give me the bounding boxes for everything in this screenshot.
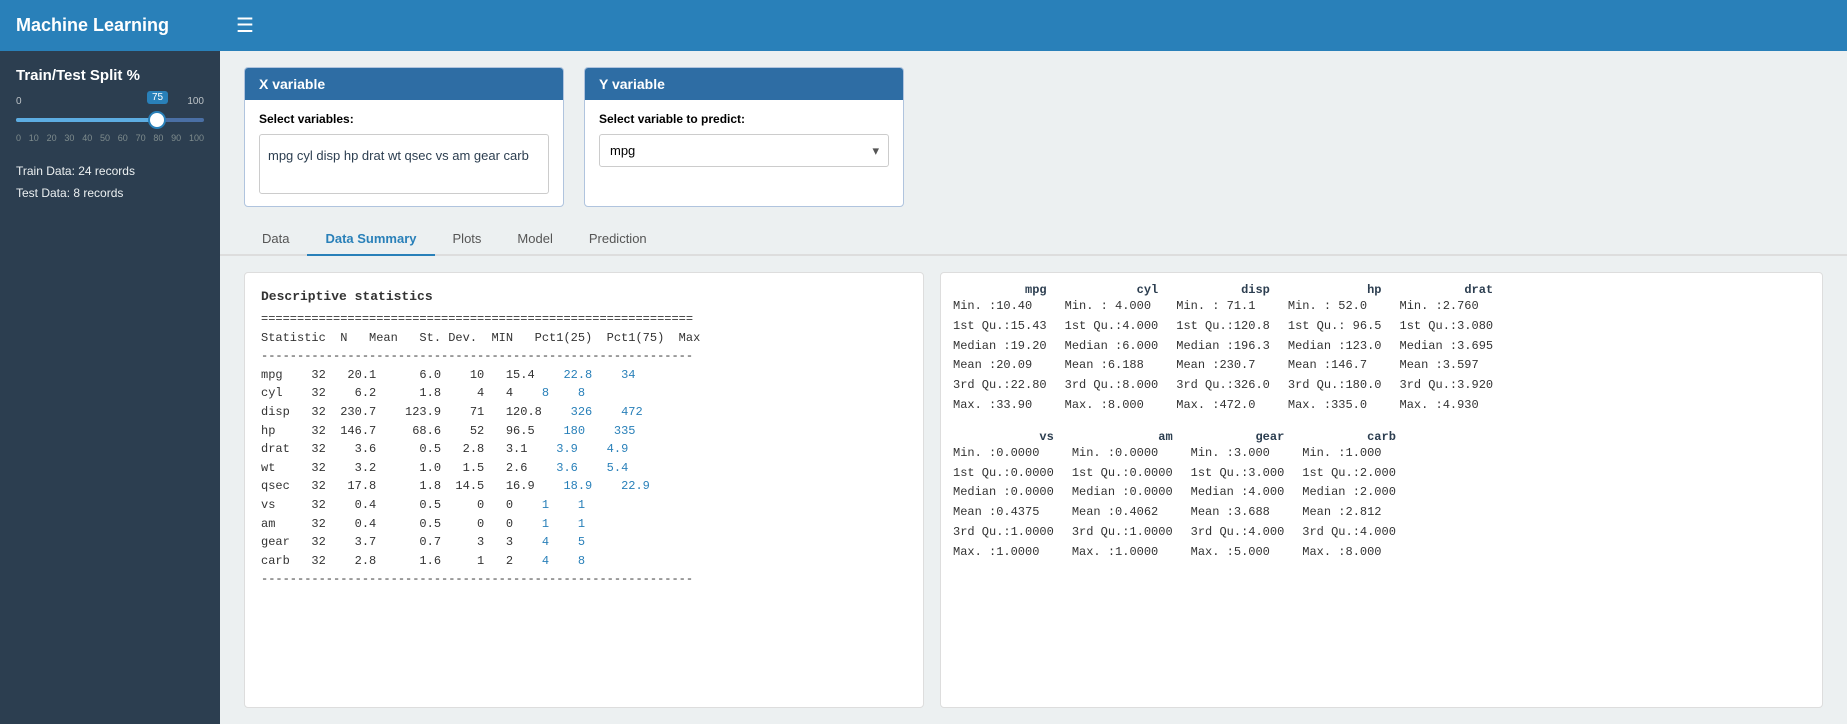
stats-header: Statistic N Mean St. Dev. MIN Pct1(25) P… [261,329,907,348]
slider-track [16,118,204,122]
slider-container: 0 100 75 0 10 20 30 40 50 60 70 80 90 [16,96,204,143]
stats-row: gear 32 3.7 0.7 3 3 4 5 [261,533,907,552]
stats-divider: ----------------------------------------… [261,347,907,366]
tab-prediction[interactable]: Prediction [571,223,665,256]
summary-col-group: cylMin. : 4.0001st Qu.:4.000Median :6.00… [1065,283,1159,416]
y-variable-body: Select variable to predict: mpg cyl disp… [585,100,903,179]
hamburger-icon[interactable]: ☰ [236,13,254,38]
data-records: Train Data: 24 records Test Data: 8 reco… [16,161,204,204]
x-variable-label: Select variables: [259,112,549,126]
slider-value-bubble: 75 [147,91,168,104]
stats-row: disp 32 230.7 123.9 71 120.8 326 472 [261,403,907,422]
main-area: ☰ X variable Select variables: mpg cyl d… [220,0,1847,724]
tab-model[interactable]: Model [499,223,570,256]
variable-selectors: X variable Select variables: mpg cyl dis… [220,51,1847,207]
sidebar: Machine Learning Train/Test Split % 0 10… [0,0,220,724]
x-variable-tags[interactable]: mpg cyl disp hp drat wt qsec vs am gear … [259,134,549,194]
summary-inner[interactable]: mpgMin. :10.401st Qu.:15.43Median :19.20… [941,273,1822,707]
stats-row: mpg 32 20.1 6.0 10 15.4 22.8 34 [261,366,907,385]
app-title-text: Machine Learning [16,15,169,36]
slider-thumb[interactable] [148,111,166,129]
summary-col-group: hpMin. : 52.01st Qu.: 96.5Median :123.0M… [1288,283,1382,416]
y-variable-select[interactable]: mpg cyl disp hp drat wt qsec vs am gear … [599,134,889,167]
slider-min-label: 0 [16,96,22,107]
x-variable-header: X variable [245,68,563,100]
split-label: Train/Test Split % [16,67,204,84]
summary-col-group: carbMin. :1.0001st Qu.:2.000Median :2.00… [1302,430,1396,563]
summary-col-group: gearMin. :3.0001st Qu.:3.000Median :4.00… [1191,430,1285,563]
stats-row: vs 32 0.4 0.5 0 0 1 1 [261,496,907,515]
stats-row: wt 32 3.2 1.0 1.5 2.6 3.6 5.4 [261,459,907,478]
test-data-label: Test Data: 8 records [16,183,204,205]
train-data-label: Train Data: 24 records [16,161,204,183]
stats-row: drat 32 3.6 0.5 2.8 3.1 3.9 4.9 [261,440,907,459]
topbar: ☰ [220,0,1847,51]
y-variable-label: Select variable to predict: [599,112,889,126]
stats-title: Descriptive statistics [261,289,907,304]
slider-range-labels: 0 100 [16,96,204,107]
y-variable-select-wrap: mpg cyl disp hp drat wt qsec vs am gear … [599,134,889,167]
stats-panel: Descriptive statistics =================… [244,272,924,708]
content-area: Descriptive statistics =================… [220,256,1847,724]
x-variable-card: X variable Select variables: mpg cyl dis… [244,67,564,207]
summary-col-group: mpgMin. :10.401st Qu.:15.43Median :19.20… [953,283,1047,416]
stats-rows: mpg 32 20.1 6.0 10 15.4 22.8 34cyl 32 6.… [261,366,907,571]
summary-panel: mpgMin. :10.401st Qu.:15.43Median :19.20… [940,272,1823,708]
x-variable-body: Select variables: mpg cyl disp hp drat w… [245,100,563,206]
stats-row: cyl 32 6.2 1.8 4 4 8 8 [261,384,907,403]
summary-bottom-row: vsMin. :0.00001st Qu.:0.0000Median :0.00… [953,430,1810,563]
y-variable-header: Y variable [585,68,903,100]
tabs-bar: Data Data Summary Plots Model Prediction [220,207,1847,256]
stats-footer: ----------------------------------------… [261,570,907,589]
tab-data-summary[interactable]: Data Summary [307,223,434,256]
stats-separator: ========================================… [261,310,907,329]
slider-wrapper: 75 [16,109,204,131]
stats-row: am 32 0.4 0.5 0 0 1 1 [261,515,907,534]
y-variable-card: Y variable Select variable to predict: m… [584,67,904,207]
summary-col-group: dispMin. : 71.11st Qu.:120.8Median :196.… [1176,283,1270,416]
stats-row: hp 32 146.7 68.6 52 96.5 180 335 [261,422,907,441]
tab-plots[interactable]: Plots [435,223,500,256]
summary-top-row: mpgMin. :10.401st Qu.:15.43Median :19.20… [953,283,1810,416]
tab-data[interactable]: Data [244,223,307,256]
tick-labels: 0 10 20 30 40 50 60 70 80 90 100 [16,133,204,143]
summary-col-group: dratMin. :2.7601st Qu.:3.080Median :3.69… [1400,283,1494,416]
slider-max-label: 100 [187,96,204,107]
stats-row: carb 32 2.8 1.6 1 2 4 8 [261,552,907,571]
summary-col-group: amMin. :0.00001st Qu.:0.0000Median :0.00… [1072,430,1173,563]
slider-fill [16,118,157,122]
summary-col-group: vsMin. :0.00001st Qu.:0.0000Median :0.00… [953,430,1054,563]
stats-row: qsec 32 17.8 1.8 14.5 16.9 18.9 22.9 [261,477,907,496]
app-title: Machine Learning [0,0,220,51]
sidebar-content: Train/Test Split % 0 100 75 0 10 20 30 4… [0,51,220,724]
